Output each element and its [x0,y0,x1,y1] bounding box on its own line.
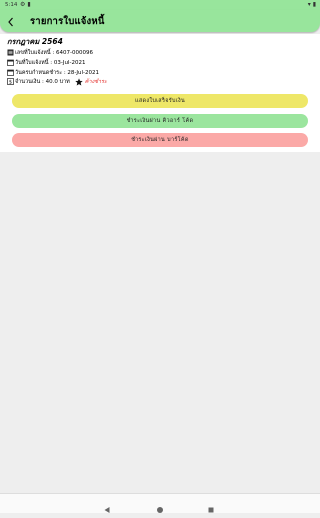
invoice-month: กรกฎาคม 2564 [7,37,63,46]
calendar-icon [7,69,14,76]
status-right-icons: ▾ ▮ [308,1,316,8]
nav-recents-button[interactable] [207,499,215,518]
amount: จำนวนเงิน : 40.0 บาท [15,78,70,85]
amount-row: $ จำนวนเงิน : 40.0 บาท ค้างชำระ [7,77,107,86]
back-button[interactable] [5,14,17,28]
due-date-row: วันครบกำหนดชำระ : 28-Jul-2021 [7,68,99,77]
status-bar: 5:14 ⚙ ▮ ▾ ▮ [0,0,320,10]
invoice-card: กรกฎาคม 2564 เลขที่ใบแจ้งหนี้ : 6407-000… [0,34,320,152]
circle-home-icon [157,507,163,513]
app-bar: รายการใบแจ้งหนี้ [0,10,320,32]
arrow-left-icon [8,17,13,27]
payment-status: ค้างชำระ [84,78,107,85]
money-icon: $ [7,78,14,85]
sim-card-icon: ▮ [27,1,31,8]
pay-qr-code-button[interactable]: ชำระเงินผ่าน คิวอาร์ โค้ด [12,114,308,128]
battery-icon: ▮ [312,1,316,8]
page-title: รายการใบแจ้งหนี้ [30,16,105,27]
system-navigation-bar [0,493,320,513]
status-badge: ค้างชำระ [75,77,107,86]
issue-date-row: วันที่ใบแจ้งหนี้ : 03-Jul-2021 [7,58,85,67]
star-icon [75,77,83,86]
nav-back-button[interactable] [103,499,111,518]
calendar-icon [7,59,14,66]
due-date: วันครบกำหนดชำระ : 28-Jul-2021 [15,69,100,76]
nav-home-button[interactable] [156,499,164,518]
settings-icon: ⚙ [20,1,26,8]
status-notification-icons: ⚙ ▮ [20,1,31,8]
pay-barcode-button[interactable]: ชำระเงินผ่าน บาร์โค้ด [12,133,308,147]
issue-date: วันที่ใบแจ้งหนี้ : 03-Jul-2021 [15,59,86,66]
wifi-icon: ▾ [307,1,311,8]
triangle-back-icon [104,507,110,513]
square-recents-icon [208,507,214,513]
show-receipt-button[interactable]: แสดงใบเสร็จรับเงิน [12,94,308,108]
status-time: 5:14 [5,2,18,8]
document-icon [7,49,14,56]
invoice-number: เลขที่ใบแจ้งหนี้ : 6407-000096 [15,49,93,56]
svg-text:$: $ [9,80,12,86]
invoice-number-row: เลขที่ใบแจ้งหนี้ : 6407-000096 [7,48,93,57]
